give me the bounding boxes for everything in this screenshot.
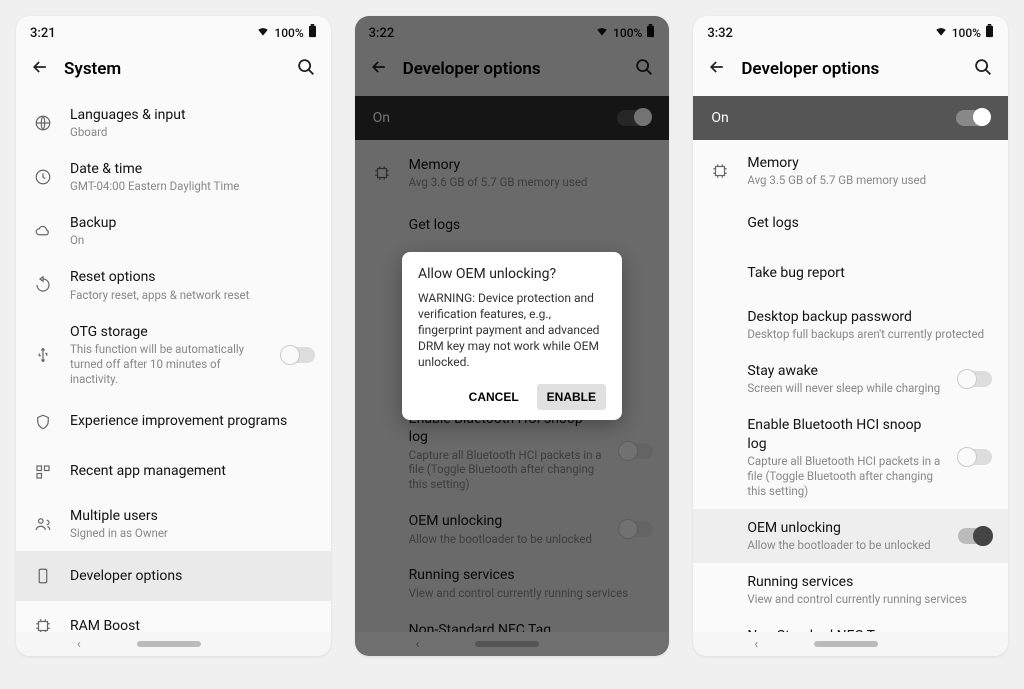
status-bar: 3:32 100% [693,16,1008,46]
row-languages-input[interactable]: Languages & input Gboard [16,96,331,150]
row-bt-snoop[interactable]: Enable Bluetooth HCI snoop log Capture a… [693,406,1008,508]
master-toggle[interactable] [956,110,990,126]
battery-icon [985,24,994,42]
row-multiple-users[interactable]: Multiple users Signed in as Owner [16,497,331,551]
nav-bar: ‹ [16,632,331,656]
row-backup[interactable]: Backup On [16,204,331,258]
enable-button[interactable]: ENABLE [537,384,606,410]
page-header: System [16,46,331,96]
battery-percent: 100% [274,26,303,40]
row-experience-programs[interactable]: Experience improvement programs [16,397,331,447]
row-date-time[interactable]: Date & time GMT-04:00 Eastern Daylight T… [16,150,331,204]
row-reset-options[interactable]: Reset options Factory reset, apps & netw… [16,258,331,312]
back-icon[interactable] [707,57,727,81]
row-otg-storage[interactable]: OTG storage This function will be automa… [16,313,331,397]
settings-list: Languages & input Gboard Date & time GMT… [16,96,331,632]
search-icon[interactable] [295,56,317,82]
chip-icon [709,162,731,180]
row-memory[interactable]: Memory Avg 3.5 GB of 5.7 GB memory used [693,144,1008,198]
oem-toggle[interactable] [958,528,992,544]
apps-icon [32,463,54,481]
oem-dialog: Allow OEM unlocking? WARNING: Device pro… [402,252,622,421]
settings-list: Memory Avg 3.5 GB of 5.7 GB memory used … [693,140,1008,632]
status-time: 3:32 [707,26,733,41]
stay-awake-toggle[interactable] [958,371,992,387]
otg-toggle[interactable] [281,347,315,363]
row-oem-unlocking[interactable]: OEM unlocking Allow the bootloader to be… [693,509,1008,563]
dialog-actions: CANCEL ENABLE [418,384,606,410]
nav-back-icon[interactable]: ‹ [754,637,758,652]
row-ram-boost[interactable]: RAM Boost [16,601,331,632]
status-right: 100% [256,24,316,42]
chip-icon [32,617,54,632]
users-icon [32,515,54,533]
nav-home-pill[interactable] [814,641,878,647]
dialog-body: WARNING: Device protection and verificat… [418,290,606,371]
master-toggle-bar: On [693,96,1008,140]
globe-icon [32,114,54,132]
row-recent-apps[interactable]: Recent app management [16,447,331,497]
phone-screen-system: 3:21 100% System Languages & input Gboar… [16,16,331,656]
page-title: Developer options [741,59,958,79]
nav-home-pill[interactable] [137,641,201,647]
search-icon[interactable] [972,56,994,82]
cancel-button[interactable]: CANCEL [459,384,529,410]
nav-back-icon[interactable]: ‹ [77,637,81,652]
row-nfc-tag[interactable]: Non-Standard NFC Tag Support Support for… [693,617,1008,632]
wifi-icon [934,24,948,42]
row-developer-options[interactable]: Developer options [16,551,331,601]
cloud-icon [32,222,54,240]
phone-icon [32,567,54,585]
master-toggle-label: On [711,110,728,126]
row-desktop-backup[interactable]: Desktop backup password Desktop full bac… [693,298,1008,352]
back-icon[interactable] [30,57,50,81]
row-get-logs[interactable]: Get logs [693,198,1008,248]
row-running-services[interactable]: Running services View and control curren… [693,563,1008,617]
wifi-icon [256,24,270,42]
usb-icon [32,346,54,364]
status-bar: 3:21 100% [16,16,331,46]
row-stay-awake[interactable]: Stay awake Screen will never sleep while… [693,352,1008,406]
battery-percent: 100% [952,26,981,40]
row-bug-report[interactable]: Take bug report [693,248,1008,298]
status-time: 3:21 [30,26,56,41]
row-sub: Gboard [70,125,315,140]
dialog-title: Allow OEM unlocking? [418,266,606,282]
bt-snoop-toggle[interactable] [958,449,992,465]
row-title: Languages & input [70,106,315,124]
phone-screen-oem-dialog: 3:22 100% Developer options On Memory Av… [355,16,670,656]
status-right: 100% [934,24,994,42]
shield-icon [32,413,54,431]
clock-icon [32,168,54,186]
page-title: System [64,59,281,79]
battery-icon [308,24,317,42]
reset-icon [32,276,54,294]
page-header: Developer options [693,46,1008,96]
dialog-scrim: Allow OEM unlocking? WARNING: Device pro… [355,16,670,656]
nav-bar: ‹ [693,632,1008,656]
phone-screen-dev-options: 3:32 100% Developer options On Memory Av… [693,16,1008,656]
